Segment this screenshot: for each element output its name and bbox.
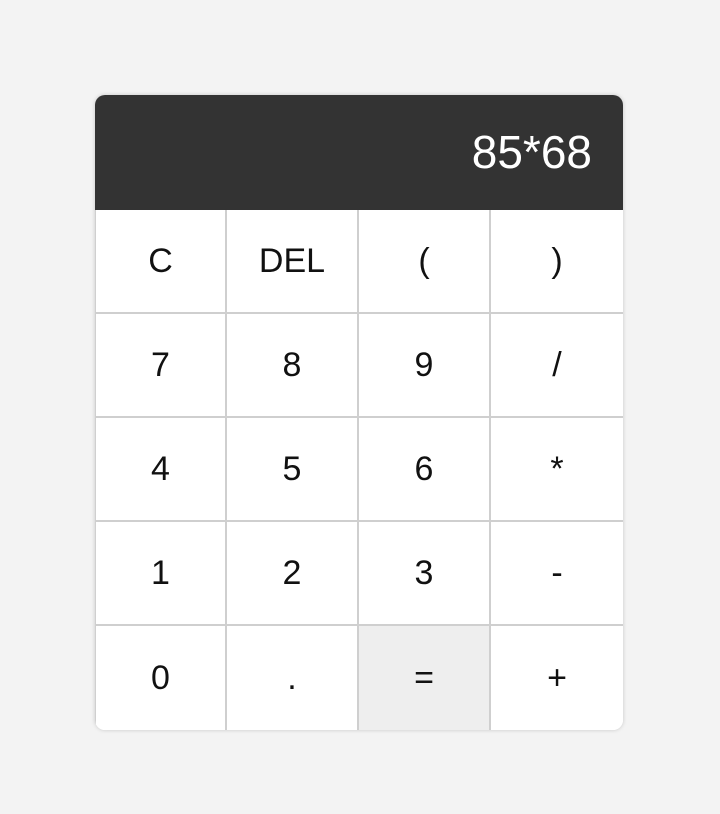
subtract-button[interactable]: - — [491, 522, 623, 626]
calculator-display: 85*68 — [95, 95, 623, 210]
digit-2-button[interactable]: 2 — [227, 522, 359, 626]
display-value: 85*68 — [471, 125, 592, 178]
keypad: C DEL ( ) 7 8 9 / 4 5 6 * 1 2 3 - 0 . = … — [95, 210, 623, 730]
digit-9-button[interactable]: 9 — [359, 314, 491, 418]
equals-button[interactable]: = — [359, 626, 491, 730]
close-paren-button[interactable]: ) — [491, 210, 623, 314]
clear-button[interactable]: C — [95, 210, 227, 314]
digit-8-button[interactable]: 8 — [227, 314, 359, 418]
digit-4-button[interactable]: 4 — [95, 418, 227, 522]
digit-7-button[interactable]: 7 — [95, 314, 227, 418]
divide-button[interactable]: / — [491, 314, 623, 418]
delete-button[interactable]: DEL — [227, 210, 359, 314]
digit-6-button[interactable]: 6 — [359, 418, 491, 522]
digit-0-button[interactable]: 0 — [95, 626, 227, 730]
add-button[interactable]: + — [491, 626, 623, 730]
digit-3-button[interactable]: 3 — [359, 522, 491, 626]
decimal-button[interactable]: . — [227, 626, 359, 730]
digit-1-button[interactable]: 1 — [95, 522, 227, 626]
digit-5-button[interactable]: 5 — [227, 418, 359, 522]
calculator: 85*68 C DEL ( ) 7 8 9 / 4 5 6 * 1 2 3 - … — [95, 95, 623, 730]
open-paren-button[interactable]: ( — [359, 210, 491, 314]
multiply-button[interactable]: * — [491, 418, 623, 522]
